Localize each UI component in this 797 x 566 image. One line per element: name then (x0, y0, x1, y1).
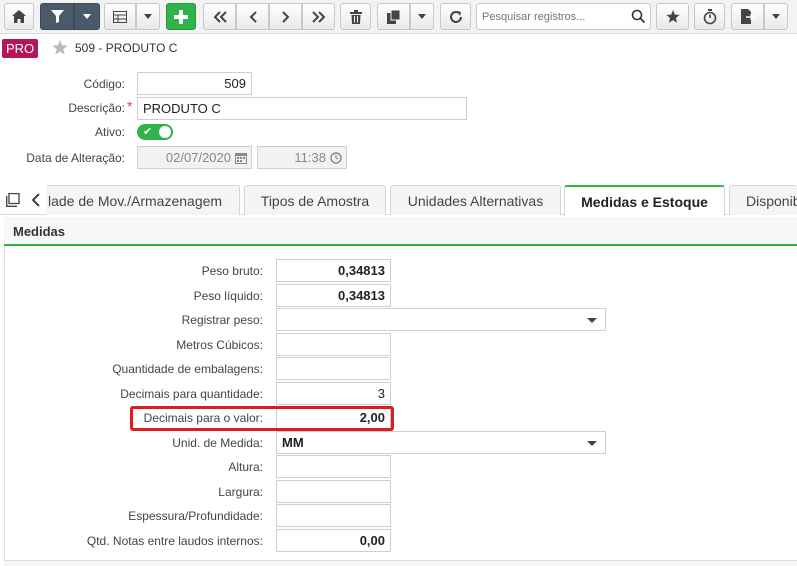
refresh-icon (449, 10, 462, 23)
peso-liquido-field[interactable]: 0,34813 (276, 284, 391, 307)
chevron-down-icon (772, 14, 780, 19)
star-icon (665, 9, 680, 23)
data-alteracao-value: 02/07/2020 (165, 150, 231, 165)
data-alteracao-field: 02/07/2020 (137, 146, 252, 169)
required-asterisk: * (127, 98, 133, 114)
unid-medida-select[interactable]: MM (276, 431, 606, 454)
ativo-toggle[interactable]: ✔ (137, 124, 173, 140)
metros-cubicos-label: Metros Cúbicos: (176, 338, 263, 352)
plus-icon (174, 9, 188, 24)
highlight-box (130, 406, 394, 431)
hora-alteracao-field: 11:38 (257, 146, 347, 169)
tab-disponibilidade[interactable]: Disponib (729, 185, 797, 215)
unid-medida-value: MM (282, 435, 304, 450)
check-icon: ✔ (143, 126, 153, 138)
metros-cubicos-field[interactable] (276, 333, 391, 356)
panel-footer (4, 560, 797, 566)
chevron-left-icon (249, 10, 257, 23)
hora-alteracao-value: 11:38 (294, 150, 326, 165)
decimais-qtd-label: Decimais para quantidade: (120, 387, 263, 401)
largura-field[interactable] (276, 480, 391, 503)
filter-icon (50, 10, 64, 23)
chevron-down-icon (587, 441, 597, 446)
tab-unidades-alternativas[interactable]: Unidades Alternativas (390, 185, 561, 215)
next-record-button[interactable] (269, 3, 302, 30)
data-alteracao-label: Data de Alteração: (26, 151, 125, 165)
tab-armazenagem[interactable]: lade de Mov./Armazenagem (46, 185, 240, 215)
search-box (476, 3, 651, 30)
copy-icon (386, 9, 400, 24)
espessura-label: Espessura/Profundidade: (128, 509, 263, 523)
peso-liquido-label: Peso líquido: (193, 289, 263, 303)
home-button[interactable] (4, 3, 34, 30)
qtd-embalagens-label: Quantidade de embalagens: (112, 362, 263, 376)
qtd-notas-label: Qtd. Notas entre laudos internos: (86, 534, 263, 548)
descricao-field[interactable]: PRODUTO C (137, 97, 467, 120)
chevron-down-icon (418, 14, 426, 19)
peso-bruto-label: Peso bruto: (201, 264, 263, 278)
stopwatch-icon (703, 8, 716, 24)
toggle-knob (159, 126, 171, 138)
file-export-icon (741, 9, 754, 24)
filter-button[interactable] (40, 3, 74, 30)
qtd-embalagens-field[interactable] (276, 357, 391, 380)
unid-medida-label: Unid. de Medida: (172, 436, 263, 450)
tab-medidas-estoque[interactable]: Medidas e Estoque (564, 185, 725, 216)
record-header: PRO 509 - PRODUTO C (0, 37, 797, 61)
decimais-qtd-field[interactable]: 3 (276, 382, 391, 405)
search-icon[interactable] (631, 9, 646, 24)
espessura-field[interactable] (276, 504, 391, 527)
chevron-down-icon (587, 318, 597, 323)
record-title: 509 - PRODUTO C (75, 41, 178, 55)
refresh-button[interactable] (440, 3, 471, 30)
peso-bruto-field[interactable]: 0,34813 (276, 259, 391, 282)
registrar-peso-select[interactable] (276, 308, 606, 331)
export-button[interactable] (731, 3, 764, 30)
calendar-icon (235, 153, 247, 164)
largura-label: Largura: (218, 485, 263, 499)
tab-tipos-amostra[interactable]: Tipos de Amostra (244, 185, 386, 215)
tab-bar: lade de Mov./Armazenagem Tipos de Amostr… (0, 183, 797, 216)
previous-record-button[interactable] (236, 3, 269, 30)
grid-view-button[interactable] (104, 3, 136, 30)
chevron-right-icon (281, 10, 289, 23)
altura-field[interactable] (276, 455, 391, 478)
add-record-button[interactable] (166, 3, 196, 30)
qtd-notas-field[interactable]: 0,00 (276, 529, 391, 552)
altura-label: Altura: (228, 460, 263, 474)
clock-icon (330, 152, 342, 164)
double-chevron-left-icon (213, 10, 227, 23)
descricao-label: Descrição: (68, 101, 125, 115)
star-outline-icon[interactable] (52, 40, 68, 56)
last-record-button[interactable] (302, 3, 335, 30)
duplicate-button[interactable] (377, 3, 410, 30)
module-badge: PRO (2, 39, 39, 58)
section-title-medidas: Medidas (4, 217, 797, 246)
tabs-list-icon[interactable] (6, 193, 20, 207)
table-icon (113, 10, 127, 23)
home-icon (12, 10, 26, 23)
registrar-peso-label: Registrar peso: (181, 313, 263, 327)
toolbar (0, 0, 797, 34)
trash-icon (349, 9, 362, 24)
delete-button[interactable] (340, 3, 371, 30)
grid-view-dropdown-button[interactable] (136, 3, 160, 30)
double-chevron-right-icon (311, 10, 325, 23)
chevron-down-icon (144, 14, 152, 19)
chevron-down-icon (83, 14, 91, 19)
ativo-label: Ativo: (94, 125, 125, 139)
export-dropdown-button[interactable] (764, 3, 788, 30)
first-record-button[interactable] (203, 3, 236, 30)
codigo-field[interactable]: 509 (137, 72, 252, 95)
codigo-label: Código: (83, 77, 125, 91)
timer-button[interactable] (694, 3, 725, 30)
duplicate-dropdown-button[interactable] (410, 3, 434, 30)
favorite-button[interactable] (656, 3, 689, 30)
tabs-scroll-left-icon[interactable] (31, 193, 40, 207)
filter-dropdown-button[interactable] (74, 3, 100, 30)
search-input[interactable] (477, 4, 627, 29)
